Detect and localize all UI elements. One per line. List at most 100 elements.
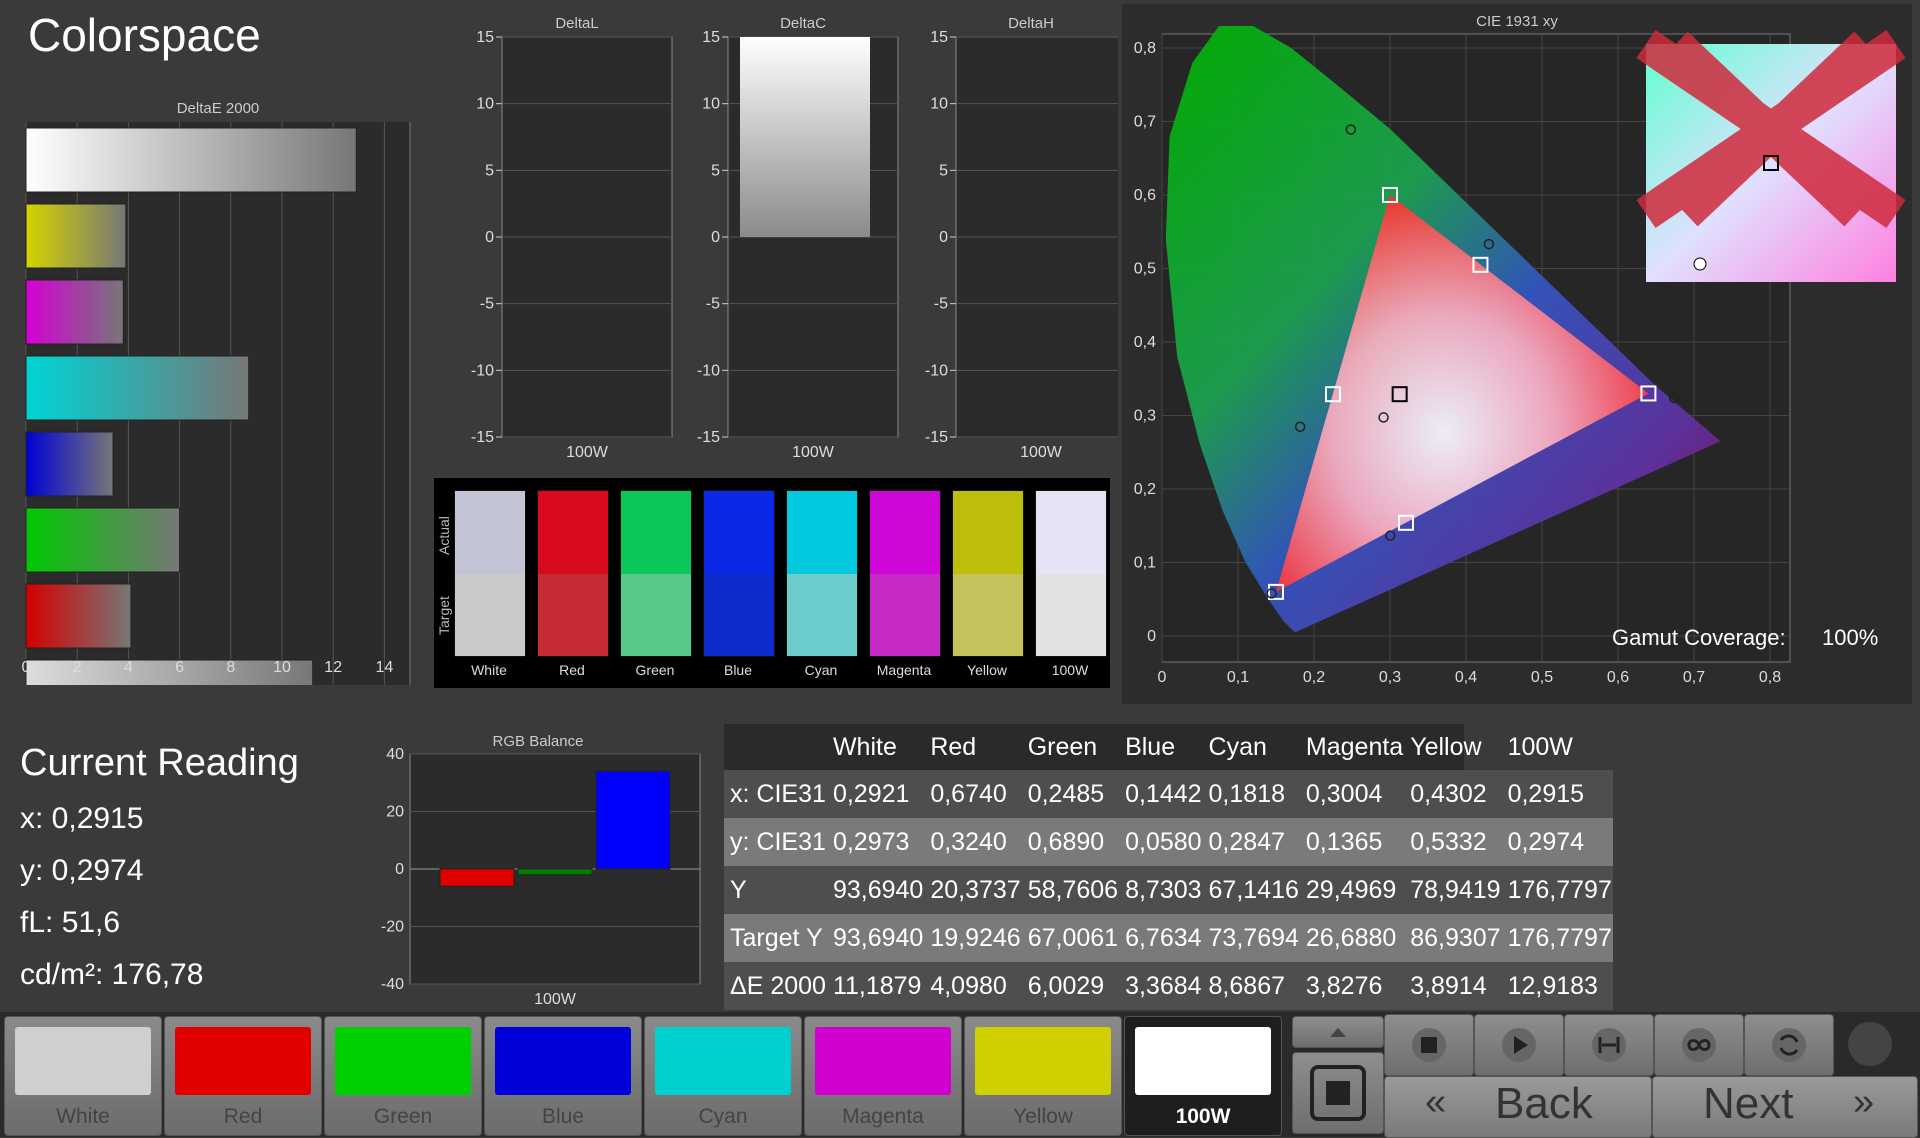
swatch-label: Cyan [804, 662, 838, 678]
swatch-yellow [952, 490, 1024, 657]
range-button[interactable] [1564, 1014, 1654, 1076]
cie-x-tick: 0,8 [1759, 669, 1781, 686]
play-button[interactable] [1474, 1014, 1564, 1076]
target-label: Target [436, 596, 452, 635]
deltae-bar-magenta [25, 279, 124, 345]
color-button-label: Cyan [698, 1105, 748, 1128]
delta-tick: -5 [480, 296, 494, 313]
delta-tick: -10 [697, 362, 720, 379]
table-cell: 11,1879 [826, 962, 925, 1010]
deltae-tick: 8 [226, 659, 235, 676]
table-cell: 0,2921 [826, 770, 925, 818]
deltae-bar-yellow [25, 203, 127, 269]
table-cell: 176,7797 [1501, 914, 1613, 962]
double-chevron-left-icon: « [1425, 1081, 1447, 1123]
swatch-actual [870, 491, 940, 574]
stop-big-button[interactable] [1292, 1052, 1384, 1134]
table-header-cell: Blue [1125, 732, 1176, 761]
next-label: Next [1703, 1079, 1794, 1128]
swatch-actual [455, 491, 525, 574]
color-button-label: Red [223, 1105, 263, 1128]
color-button-magenta[interactable]: Magenta [804, 1016, 962, 1136]
color-button-yellow[interactable]: Yellow [964, 1016, 1122, 1136]
rgb-tick: 40 [386, 746, 404, 763]
table-cell: 20,3737 [924, 866, 1022, 914]
deltae-tick: 12 [324, 659, 342, 676]
color-button-cyan[interactable]: Cyan [644, 1016, 802, 1136]
table-cell: 67,1416 [1202, 866, 1300, 914]
swatch-blue [703, 490, 775, 657]
swatch-label: Blue [723, 662, 753, 678]
color-button-green[interactable]: Green [324, 1016, 482, 1136]
swatch-target [455, 573, 525, 656]
reading-cdm2: cd/m²: 176,78 [20, 958, 204, 991]
deltae-tick: 14 [376, 659, 394, 676]
back-button[interactable]: « Back [1384, 1076, 1652, 1138]
color-button-red[interactable]: Red [164, 1016, 322, 1136]
table-cell: 0,1818 [1202, 770, 1300, 818]
cie-x-tick: 0,6 [1607, 669, 1629, 686]
deltae-bar-white [25, 659, 314, 685]
back-label: Back [1495, 1079, 1593, 1128]
table-cell: 0,1442 [1119, 770, 1203, 818]
refresh-icon [1772, 1028, 1806, 1062]
gamut-value: 100% [1822, 625, 1878, 650]
table-header-cell: 100W [1507, 732, 1573, 761]
reading-y: y: 0,2974 [20, 854, 144, 887]
table-cell: 0,2485 [1021, 770, 1120, 818]
color-button-100w[interactable]: 100W [1124, 1016, 1282, 1136]
table-header-cell: Magenta [1305, 732, 1404, 761]
table-cell: 0,3004 [1299, 770, 1405, 818]
table-cell: 26,6880 [1299, 914, 1405, 962]
table-cell: 12,9183 [1501, 962, 1613, 1010]
rgb-bar-green [517, 868, 593, 876]
delta-bar-100w [740, 37, 870, 237]
table-cell: 93,6940 [826, 866, 925, 914]
table-header-cell: White [832, 732, 897, 761]
color-chip [655, 1027, 791, 1095]
chevron-up-icon [1330, 1028, 1346, 1037]
table-row: Y 93,6940 20,3737 58,7606 8,7303 67,1416 29,49… [724, 866, 1613, 914]
table-cell: 8,6867 [1202, 962, 1300, 1010]
swatch-green [620, 490, 692, 657]
stop-button[interactable] [1384, 1014, 1474, 1076]
color-button-white[interactable]: White [4, 1016, 162, 1136]
up-arrow-button[interactable] [1292, 1016, 1384, 1048]
table-cell: 19,9246 [924, 914, 1022, 962]
table-header-cell: Yellow [1410, 732, 1482, 761]
loop-button[interactable] [1654, 1014, 1744, 1076]
table-cell: 0,1365 [1299, 818, 1405, 866]
cie-y-tick: 0,5 [1134, 261, 1156, 278]
next-button[interactable]: Next » [1652, 1076, 1918, 1138]
delta-chart-0: DeltaL 15 10 5 0 -5 -10 -15 100W [471, 15, 673, 461]
table-cell: 0,4302 [1404, 770, 1502, 818]
cie-y-tick: 0,6 [1134, 187, 1156, 204]
delta-chart-2: DeltaH 15 10 5 0 -5 -10 -15 100W [925, 15, 1118, 461]
swatch-actual [1036, 491, 1106, 574]
table-cell: 0,2973 [826, 818, 925, 866]
cie-y-tick: 0,3 [1134, 408, 1156, 425]
delta-charts: DeltaL 15 10 5 0 -5 -10 -15 100W DeltaC 15 10 5 0 -5 -1… [471, 15, 1118, 461]
table-cell: 3,8276 [1299, 962, 1405, 1010]
table-cell: 176,7797 [1501, 866, 1613, 914]
swatch-target [704, 573, 774, 656]
deltae-bar-red [25, 583, 132, 649]
table-row: Target Y 93,6940 19,9246 67,0061 6,7634 73,76… [724, 914, 1613, 962]
color-button-label: 100W [1175, 1105, 1231, 1128]
delta-chart-title: DeltaC [780, 15, 826, 32]
delta-tick: 0 [939, 229, 948, 246]
swatch-actual [621, 491, 691, 574]
rgb-balance-chart: RGB Balance 40 20 0 -20 -40 100W [381, 733, 701, 1008]
table-cell: 86,9307 [1404, 914, 1502, 962]
swatch-actual [953, 491, 1023, 574]
refresh-button[interactable] [1744, 1014, 1834, 1076]
deltae-chart: DeltaE 2000 0 2 4 6 8 10 12 14 [22, 100, 411, 685]
deltae-tick: 6 [175, 659, 184, 676]
table-row-label: x: CIE31 [724, 770, 827, 818]
rgb-bar-blue [595, 770, 671, 870]
delta-xlabel: 100W [1020, 444, 1063, 461]
table-cell: 0,6890 [1021, 818, 1120, 866]
table-row: y: CIE31 0,2973 0,3240 0,6890 0,0580 0,2847 0,… [724, 818, 1613, 866]
table-header-cell [724, 724, 827, 770]
color-button-blue[interactable]: Blue [484, 1016, 642, 1136]
